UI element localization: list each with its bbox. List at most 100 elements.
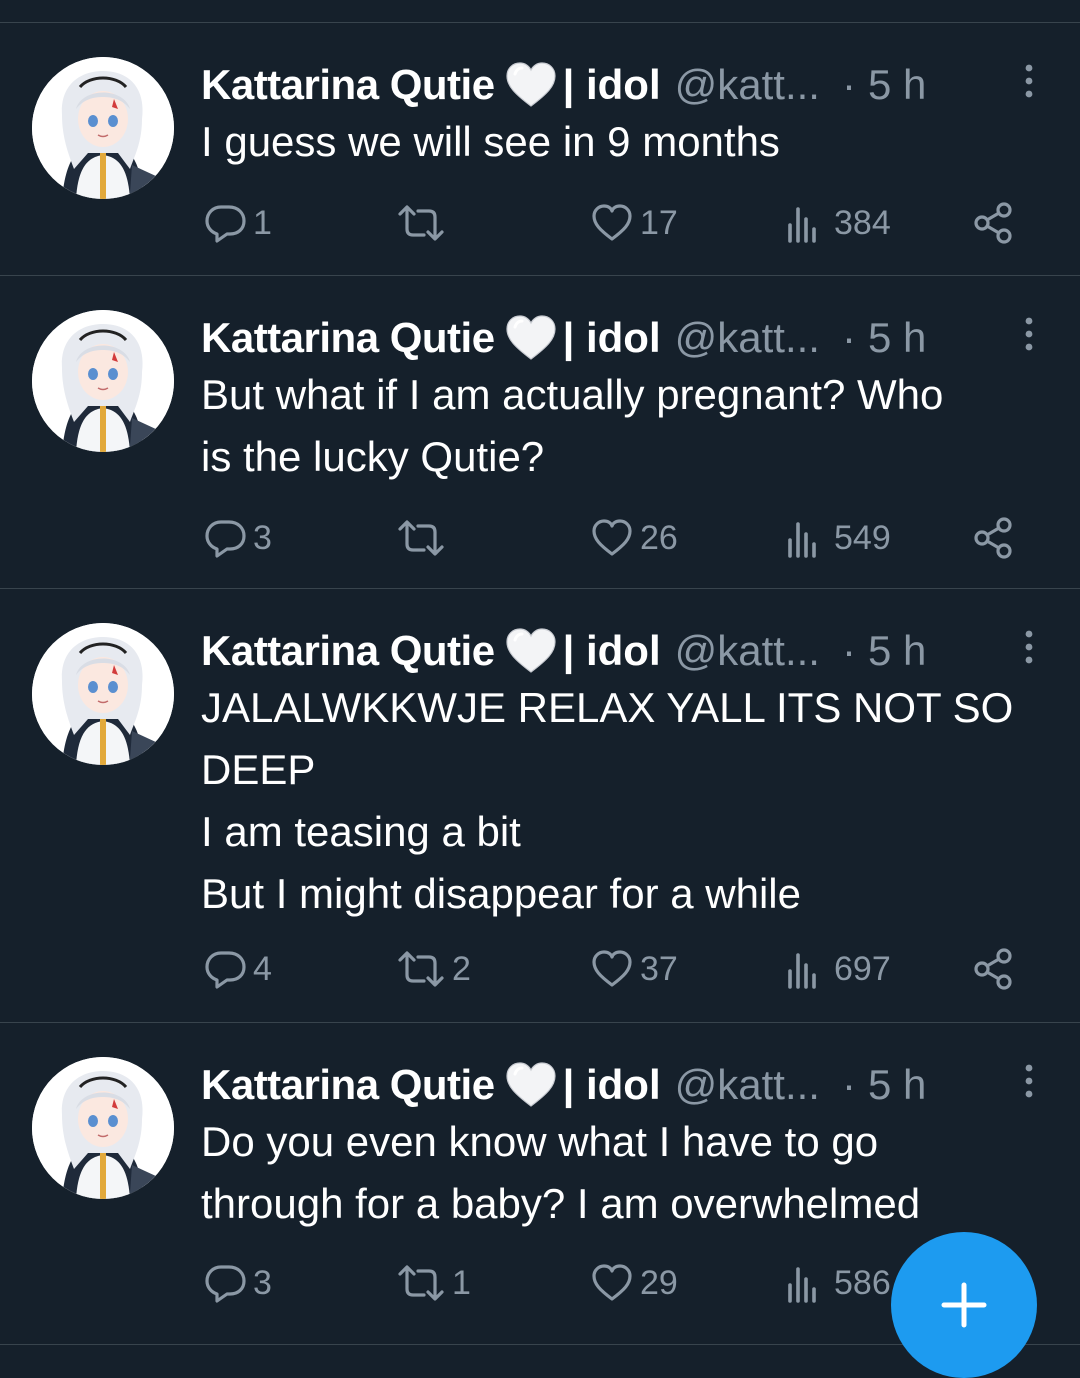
like-icon (590, 201, 634, 245)
reply-button[interactable]: 4 (203, 944, 272, 994)
author-handle[interactable]: @katt... (675, 627, 820, 675)
white-heart-emoji-icon (505, 628, 557, 674)
like-count: 29 (640, 1263, 678, 1302)
like-icon (590, 947, 634, 991)
share-button[interactable] (972, 513, 1016, 563)
tweet-text-line: through for a baby? I am overwhelmed (201, 1180, 921, 1227)
retweet-button[interactable] (396, 513, 452, 563)
retweet-button[interactable]: 1 (396, 1258, 471, 1308)
author-name-suffix[interactable]: | idol (563, 61, 661, 109)
reply-count: 1 (253, 203, 272, 242)
tweet-text-line: is the lucky Qutie? (201, 433, 545, 480)
retweet-count: 1 (452, 1263, 471, 1302)
reply-icon (203, 516, 247, 560)
compose-tweet-button[interactable] (891, 1232, 1037, 1378)
like-button[interactable]: 37 (590, 944, 678, 994)
tweet[interactable]: Kattarina Qutie | idol @katt... · 5 h I … (0, 23, 1080, 276)
header-separator: · (841, 1061, 856, 1108)
tweet[interactable]: Kattarina Qutie | idol @katt... · 5 h JA… (0, 589, 1080, 1023)
tweet-timestamp[interactable]: 5 h (868, 61, 926, 109)
author-display-name[interactable]: Kattarina Qutie (201, 627, 495, 675)
view-count: 697 (834, 949, 891, 988)
view-count: 586 (834, 1263, 891, 1302)
reply-icon (203, 947, 247, 991)
author-name-suffix[interactable]: | idol (563, 314, 661, 362)
more-vertical-icon[interactable] (1022, 629, 1036, 665)
tweet-timestamp[interactable]: 5 h (868, 1061, 926, 1109)
author-name-suffix[interactable]: | idol (563, 627, 661, 675)
author-handle[interactable]: @katt... (675, 61, 820, 109)
like-count: 17 (640, 203, 678, 242)
more-vertical-icon[interactable] (1022, 316, 1036, 352)
share-icon (972, 947, 1016, 991)
tweet-header: Kattarina Qutie | idol @katt... · 5 h (201, 1057, 1001, 1113)
header-separator: · (841, 627, 856, 674)
anime-avatar-icon (32, 1057, 174, 1199)
tweet-text-line: But I might disappear for a while (201, 870, 801, 917)
plus-icon (941, 1282, 987, 1328)
like-button[interactable]: 29 (590, 1258, 678, 1308)
views-icon (784, 516, 828, 560)
author-handle[interactable]: @katt... (675, 1061, 820, 1109)
tweet-header: Kattarina Qutie | idol @katt... · 5 h (201, 310, 1001, 366)
reply-icon (203, 201, 247, 245)
retweet-icon (396, 201, 446, 245)
views-button[interactable]: 586 (784, 1258, 891, 1308)
reply-count: 3 (253, 1263, 272, 1302)
author-name-suffix[interactable]: | idol (563, 1061, 661, 1109)
tweet[interactable]: Kattarina Qutie | idol @katt... · 5 h Bu… (0, 276, 1080, 589)
retweet-icon (396, 516, 446, 560)
view-count: 549 (834, 518, 891, 557)
tweet-timestamp[interactable]: 5 h (868, 627, 926, 675)
share-button[interactable] (972, 944, 1016, 994)
anime-avatar-icon (32, 623, 174, 765)
profile-avatar[interactable] (32, 1057, 174, 1199)
author-display-name[interactable]: Kattarina Qutie (201, 314, 495, 362)
tweet-text-line: JALALWKKWJE RELAX YALL ITS NOT SO (201, 684, 1014, 731)
reply-button[interactable]: 3 (203, 1258, 272, 1308)
profile-avatar[interactable] (32, 57, 174, 199)
author-display-name[interactable]: Kattarina Qutie (201, 1061, 495, 1109)
retweet-icon (396, 1261, 446, 1305)
profile-avatar[interactable] (32, 310, 174, 452)
reply-button[interactable]: 1 (203, 198, 272, 248)
tweet-text-line: But what if I am actually pregnant? Who (201, 371, 944, 418)
views-icon (784, 947, 828, 991)
like-button[interactable]: 17 (590, 198, 678, 248)
author-handle[interactable]: @katt... (675, 314, 820, 362)
white-heart-emoji-icon (505, 315, 557, 361)
share-icon (972, 201, 1016, 245)
like-count: 37 (640, 949, 678, 988)
white-heart-emoji-icon (505, 1062, 557, 1108)
reply-button[interactable]: 3 (203, 513, 272, 563)
share-button[interactable] (972, 198, 1016, 248)
more-vertical-icon[interactable] (1022, 63, 1036, 99)
like-icon (590, 516, 634, 560)
more-vertical-icon[interactable] (1022, 1063, 1036, 1099)
reply-count: 3 (253, 518, 272, 557)
views-button[interactable]: 384 (784, 198, 891, 248)
tweet-text: JALALWKKWJE RELAX YALL ITS NOT SO DEEP I a… (201, 677, 1051, 925)
tweet-actions: 1 17 384 (0, 198, 1080, 248)
tweet-timestamp[interactable]: 5 h (868, 314, 926, 362)
tweet-text-line: I am teasing a bit (201, 808, 521, 855)
tweet-actions: 4 2 37 697 (0, 944, 1080, 994)
header-separator: · (841, 314, 856, 361)
white-heart-emoji-icon (505, 62, 557, 108)
views-button[interactable]: 549 (784, 513, 891, 563)
tweet-text: Do you even know what I have to go throug… (201, 1111, 1051, 1235)
anime-avatar-icon (32, 310, 174, 452)
like-button[interactable]: 26 (590, 513, 678, 563)
tweet-text-line: I guess we will see in 9 months (201, 118, 780, 165)
reply-icon (203, 1261, 247, 1305)
tweet-text: But what if I am actually pregnant? Who i… (201, 364, 1051, 488)
profile-avatar[interactable] (32, 623, 174, 765)
tweet-actions: 3 26 549 (0, 513, 1080, 563)
view-count: 384 (834, 203, 891, 242)
views-icon (784, 201, 828, 245)
retweet-button[interactable]: 2 (396, 944, 471, 994)
views-button[interactable]: 697 (784, 944, 891, 994)
author-display-name[interactable]: Kattarina Qutie (201, 61, 495, 109)
retweet-button[interactable] (396, 198, 452, 248)
share-icon (972, 516, 1016, 560)
